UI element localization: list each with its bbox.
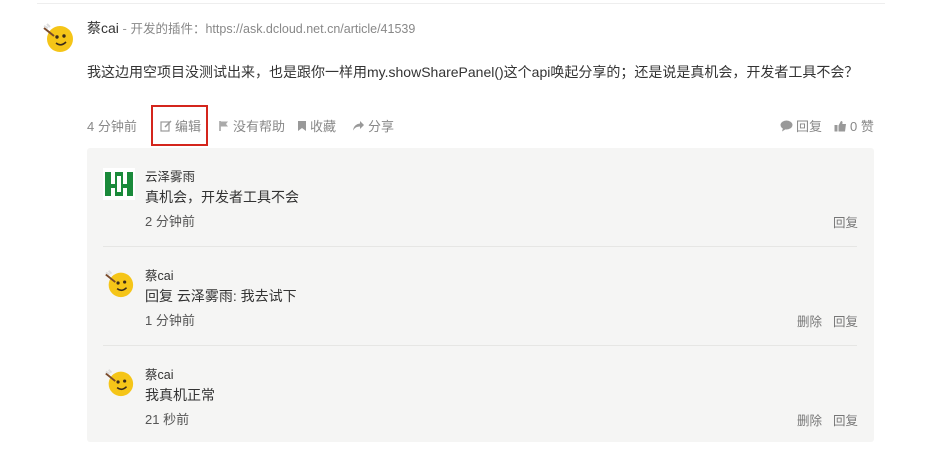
favorite-label: 收藏 — [310, 119, 337, 134]
answer-author-line: 蔡cai - 开发的插件：https://ask.dcloud.net.cn/a… — [87, 18, 415, 38]
comment-delete-button[interactable]: 删除 — [797, 410, 822, 429]
like-count: 0 赞 — [850, 119, 874, 134]
answer-author-name[interactable]: 蔡cai — [87, 20, 119, 36]
comment-avatar[interactable] — [103, 267, 135, 299]
comment-time: 21 秒前 — [145, 412, 190, 427]
favorite-button[interactable]: 收藏 — [297, 116, 336, 135]
comment-text: 回复 云泽雾雨: 我去试下 — [145, 288, 297, 304]
comment-reply-button[interactable]: 回复 — [833, 410, 858, 429]
share-icon — [353, 120, 364, 130]
answer-body: 我这边用空项目没测试出来，也是跟你一样用my.showSharePanel()这… — [87, 64, 859, 80]
edit-label: 编辑 — [175, 119, 202, 134]
comment-avatar[interactable] — [103, 168, 135, 200]
bookmark-icon — [298, 120, 306, 131]
author-separator: - — [118, 21, 131, 36]
flag-icon — [219, 120, 228, 131]
not-helpful-button[interactable]: 没有帮助 — [218, 116, 285, 135]
comment-icon — [780, 120, 793, 131]
comment-item: 云泽雾雨 真机会，开发者工具不会 2 分钟前 回复 — [87, 148, 874, 247]
answer-time: 4 分钟前 — [87, 119, 137, 134]
comment-time: 1 分钟前 — [145, 313, 195, 328]
comment-avatar[interactable] — [103, 366, 135, 398]
comment-reply-button[interactable]: 回复 — [833, 311, 858, 330]
top-divider — [37, 3, 885, 4]
edit-button[interactable]: 编辑 — [160, 116, 201, 135]
comment-text: 真机会，开发者工具不会 — [145, 189, 299, 205]
reply-label: 回复 — [796, 119, 823, 134]
comments-panel: 云泽雾雨 真机会，开发者工具不会 2 分钟前 回复 蔡cai 回复 云泽雾雨: … — [87, 148, 874, 442]
comment-reply-button[interactable]: 回复 — [833, 212, 858, 231]
thumbs-up-icon — [834, 120, 846, 131]
comment-time: 2 分钟前 — [145, 214, 195, 229]
reply-button[interactable]: 回复 — [780, 116, 822, 135]
not-helpful-label: 没有帮助 — [233, 119, 286, 134]
comment-author[interactable]: 云泽雾雨 — [145, 166, 195, 185]
share-label: 分享 — [368, 119, 395, 134]
user-avatar[interactable] — [41, 20, 75, 54]
comment-item: 蔡cai 回复 云泽雾雨: 我去试下 1 分钟前 删除 回复 — [87, 247, 874, 346]
edit-icon — [160, 119, 172, 132]
comment-author[interactable]: 蔡cai — [145, 364, 173, 383]
comment-text: 我真机正常 — [145, 387, 215, 403]
share-button[interactable]: 分享 — [352, 116, 394, 135]
comment-delete-button[interactable]: 删除 — [797, 311, 822, 330]
comment-item: 蔡cai 我真机正常 21 秒前 删除 回复 — [87, 346, 874, 445]
comment-author[interactable]: 蔡cai — [145, 265, 173, 284]
author-signature: 开发的插件：https://ask.dcloud.net.cn/article/… — [130, 22, 416, 36]
like-button[interactable]: 0 赞 — [834, 116, 874, 135]
